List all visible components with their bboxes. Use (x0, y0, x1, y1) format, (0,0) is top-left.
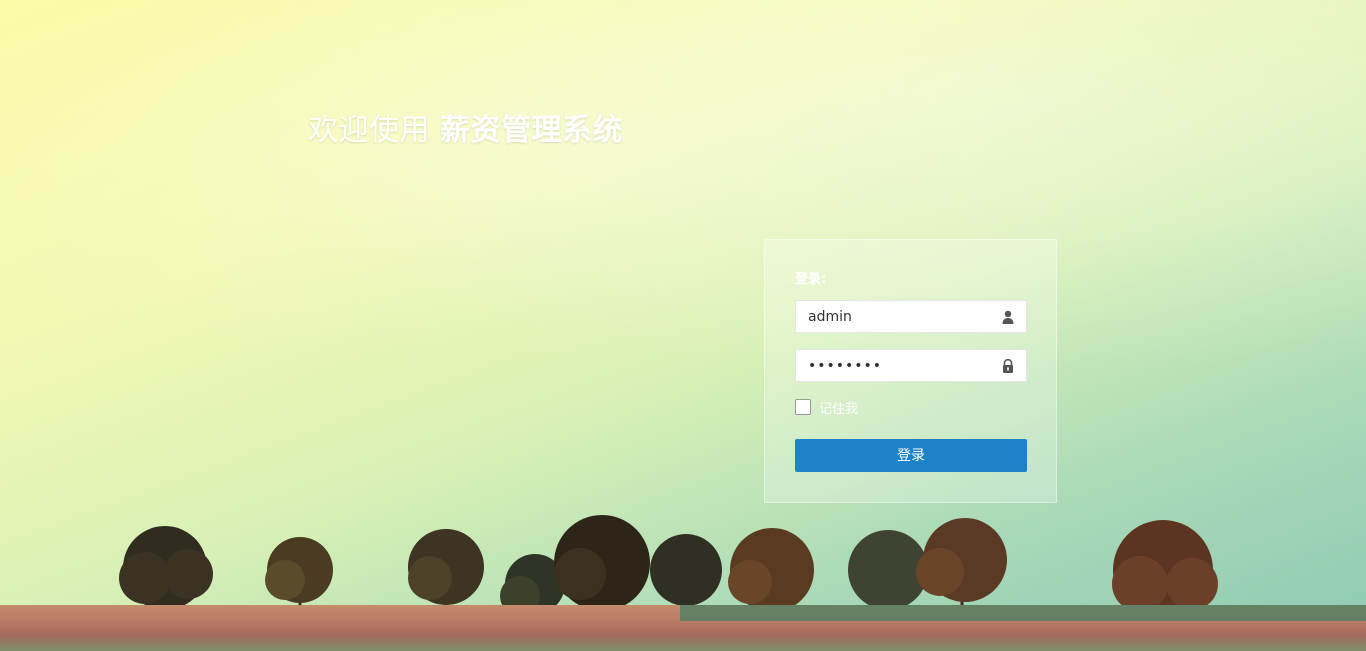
system-name-text: 薪资管理系统 (440, 113, 624, 148)
welcome-text: 欢迎使用 (308, 113, 430, 148)
remember-me[interactable]: 记住我 (795, 398, 859, 417)
remember-me-checkbox[interactable] (795, 399, 811, 415)
password-field[interactable] (795, 349, 1027, 382)
login-button[interactable]: 登录 (795, 439, 1027, 472)
user-icon (1002, 310, 1014, 324)
page-title: 欢迎使用 薪资管理系统 (308, 105, 623, 149)
field-ground-green-strip (680, 605, 1366, 621)
remember-me-label: 记住我 (819, 401, 859, 417)
lock-icon (1003, 358, 1013, 373)
username-input[interactable] (796, 301, 1026, 332)
username-field[interactable] (795, 300, 1027, 333)
login-heading: 登录: (795, 272, 827, 287)
background-landscape (0, 0, 1366, 651)
login-panel: 登录: 记住我 登录 (764, 239, 1057, 503)
password-input[interactable] (796, 350, 1026, 381)
